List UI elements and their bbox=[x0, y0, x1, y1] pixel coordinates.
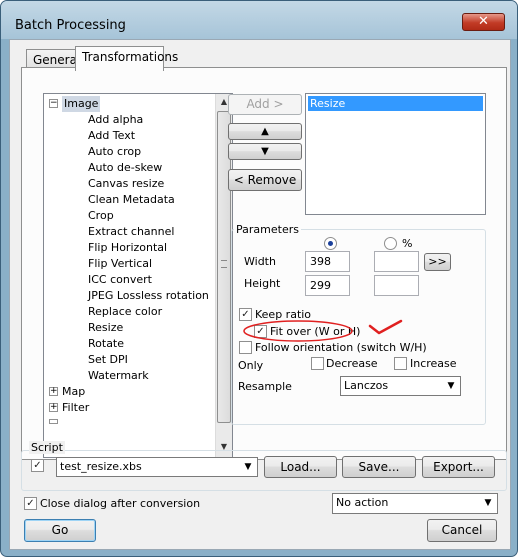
arrow-down-icon: ▼ bbox=[261, 146, 269, 157]
increase-checkbox[interactable] bbox=[394, 357, 407, 370]
move-up-button[interactable]: ▲ bbox=[228, 123, 302, 140]
tree-item-rotate[interactable]: Rotate bbox=[88, 336, 124, 352]
go-button[interactable]: Go bbox=[24, 519, 96, 542]
expand-map-icon[interactable]: + bbox=[49, 387, 58, 396]
tree-item-add-text[interactable]: Add Text bbox=[88, 128, 135, 144]
tree-item-jpeg-lossless-rotation[interactable]: JPEG Lossless rotation bbox=[88, 288, 209, 304]
decrease-checkbox[interactable] bbox=[311, 357, 324, 370]
tree-root-map[interactable]: Map bbox=[62, 384, 85, 400]
tree-item-auto-deskew[interactable]: Auto de-skew bbox=[88, 160, 162, 176]
chevron-down-icon: ▼ bbox=[244, 462, 252, 472]
only-label: Only bbox=[238, 359, 264, 372]
tree-item-canvas-resize[interactable]: Canvas resize bbox=[88, 176, 164, 192]
copy-dimensions-button[interactable]: >> bbox=[424, 253, 451, 271]
tree-item-flip-vertical[interactable]: Flip Vertical bbox=[88, 256, 152, 272]
title-bar: Batch Processing ✕ bbox=[1, 1, 517, 39]
post-action-select[interactable]: No action ▼ bbox=[332, 493, 498, 514]
chevron-down-icon: ▼ bbox=[447, 381, 455, 391]
tree-item-extract-channel[interactable]: Extract channel bbox=[88, 224, 174, 240]
increase-label: Increase bbox=[410, 357, 457, 370]
tree-item-set-dpi[interactable]: Set DPI bbox=[88, 352, 128, 368]
export-script-button[interactable]: Export... bbox=[422, 456, 495, 478]
tab-transformations[interactable]: Transformations bbox=[75, 46, 178, 71]
tree-item-resize[interactable]: Resize bbox=[88, 320, 123, 336]
selected-transforms-list[interactable]: Resize bbox=[305, 93, 486, 215]
window-title: Batch Processing bbox=[15, 18, 126, 33]
tree-item-flip-horizontal[interactable]: Flip Horizontal bbox=[88, 240, 167, 256]
script-group-label: Script bbox=[29, 441, 65, 454]
resample-value: Lanczos bbox=[344, 379, 389, 392]
script-file-select[interactable]: test_resize.xbs ▼ bbox=[56, 457, 258, 477]
script-file-value: test_resize.xbs bbox=[60, 460, 142, 473]
chevron-down-icon: ▼ bbox=[484, 498, 492, 508]
move-down-button[interactable]: ▼ bbox=[228, 143, 302, 160]
tree-item-icc-convert[interactable]: ICC convert bbox=[88, 272, 152, 288]
resample-select[interactable]: Lanczos ▼ bbox=[340, 376, 461, 396]
close-after-conversion-label: Close dialog after conversion bbox=[40, 497, 201, 510]
tree-root-filter[interactable]: Filter bbox=[62, 400, 89, 416]
width-input[interactable]: 398 bbox=[305, 251, 350, 272]
tree-item-add-alpha[interactable]: Add alpha bbox=[88, 112, 143, 128]
script-enabled-checkbox[interactable]: ✓ bbox=[31, 459, 44, 472]
width-percent-input[interactable] bbox=[374, 251, 419, 272]
remove-button[interactable]: < Remove bbox=[228, 169, 302, 191]
tree-item-watermark[interactable]: Watermark bbox=[88, 368, 149, 384]
transform-tree[interactable]: − Image Add alpha Add Text Auto crop Aut… bbox=[43, 93, 233, 458]
height-percent-input[interactable] bbox=[374, 275, 419, 296]
width-label: Width bbox=[244, 255, 276, 268]
percent-radio[interactable] bbox=[384, 237, 397, 250]
list-item-resize[interactable]: Resize bbox=[308, 96, 483, 111]
save-script-button[interactable]: Save... bbox=[342, 456, 416, 478]
decrease-label: Decrease bbox=[326, 357, 378, 370]
tree-item-clean-metadata[interactable]: Clean Metadata bbox=[88, 192, 175, 208]
arrow-up-icon: ▲ bbox=[261, 126, 269, 137]
tree-item-crop[interactable]: Crop bbox=[88, 208, 114, 224]
close-icon: ✕ bbox=[478, 14, 489, 29]
dialog-client-area: General Transformations − Image Add alph… bbox=[9, 39, 511, 550]
close-button[interactable]: ✕ bbox=[462, 13, 505, 31]
load-script-button[interactable]: Load... bbox=[264, 456, 337, 478]
pixels-radio[interactable] bbox=[324, 237, 337, 250]
tree-item-replace-color[interactable]: Replace color bbox=[88, 304, 162, 320]
height-label: Height bbox=[244, 277, 281, 290]
tree-item-auto-crop[interactable]: Auto crop bbox=[88, 144, 141, 160]
add-button[interactable]: Add > bbox=[228, 94, 302, 115]
annotation-checkmark bbox=[368, 319, 403, 335]
annotation-ellipse bbox=[243, 320, 353, 342]
expand-next-icon[interactable] bbox=[49, 419, 58, 424]
parameters-group-label: Parameters bbox=[234, 223, 301, 236]
close-after-conversion-checkbox[interactable]: ✓ bbox=[24, 497, 37, 510]
height-input[interactable]: 299 bbox=[305, 275, 350, 296]
percent-label: % bbox=[402, 237, 413, 250]
batch-processing-window: Batch Processing ✕ General Transformatio… bbox=[0, 0, 518, 557]
collapse-image-icon[interactable]: − bbox=[49, 99, 58, 108]
expand-filter-icon[interactable]: + bbox=[49, 403, 58, 412]
cancel-button[interactable]: Cancel bbox=[427, 519, 497, 542]
post-action-value: No action bbox=[336, 496, 389, 509]
resample-label: Resample bbox=[238, 380, 292, 393]
tree-root-image[interactable]: Image bbox=[62, 96, 101, 112]
